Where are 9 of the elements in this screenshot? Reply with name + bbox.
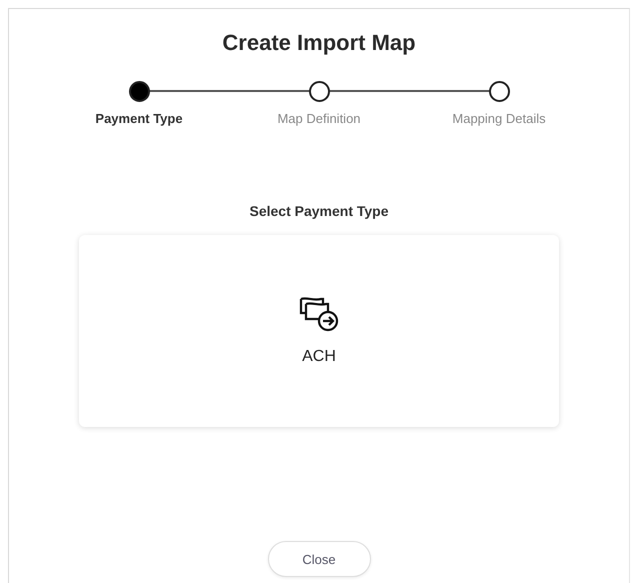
money-transfer-icon: [299, 296, 339, 332]
step-label: Map Definition: [277, 111, 361, 126]
section-heading: Select Payment Type: [249, 203, 389, 219]
step-label: Mapping Details: [452, 111, 546, 126]
close-button[interactable]: Close: [268, 541, 370, 577]
step-label: Payment Type: [95, 111, 183, 126]
payment-type-card[interactable]: ACH: [79, 235, 559, 427]
dialog-title: Create Import Map: [222, 30, 416, 56]
card-label: ACH: [302, 348, 336, 366]
